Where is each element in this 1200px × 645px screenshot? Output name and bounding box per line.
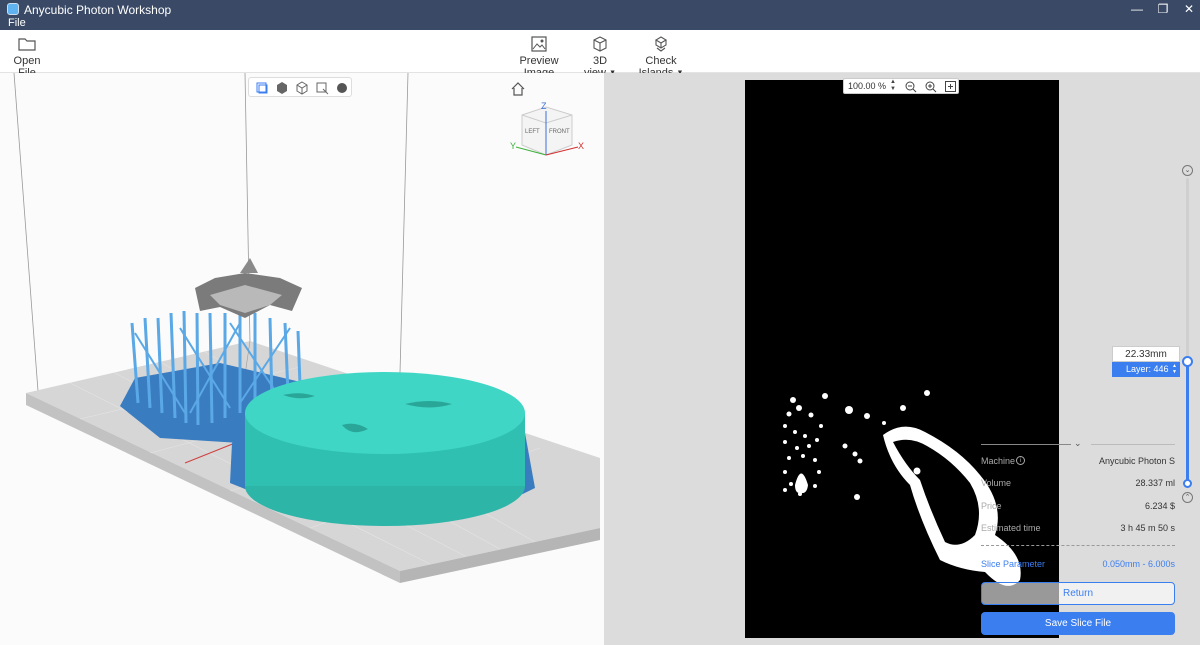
zoom-percent-input[interactable]: 100.00 % bbox=[848, 81, 886, 91]
menu-file[interactable]: File bbox=[8, 17, 26, 29]
app-logo-icon bbox=[7, 3, 19, 15]
layer-slider-handle[interactable] bbox=[1182, 356, 1193, 367]
volume-label: Volume bbox=[981, 478, 1012, 488]
slice-layer-drawing bbox=[783, 390, 1021, 586]
panel-divider bbox=[981, 444, 1071, 445]
machine-row: Machine i Anycubic Photon S bbox=[981, 456, 1175, 470]
machine-value: Anycubic Photon S bbox=[1098, 456, 1175, 466]
zoom-stepper-icon[interactable]: ▲ ▼ bbox=[890, 79, 896, 93]
layer-down-button[interactable]: ⌃ bbox=[1182, 492, 1193, 503]
layer-number-field[interactable]: Layer: 446 ▲ ▼ bbox=[1112, 362, 1180, 377]
perspective-view-icon[interactable] bbox=[255, 81, 269, 95]
volume-value: 28.337 ml bbox=[1135, 478, 1175, 488]
axis-y-label: Y bbox=[510, 141, 517, 151]
zoom-in-icon[interactable] bbox=[924, 80, 937, 93]
image-icon bbox=[531, 36, 547, 52]
save-slice-file-button[interactable]: Save Slice File bbox=[981, 612, 1175, 635]
home-icon[interactable] bbox=[510, 81, 526, 97]
layer-slider-bottom-handle[interactable] bbox=[1183, 479, 1192, 488]
layer-up-button[interactable]: ⌄ bbox=[1182, 165, 1193, 176]
3d-viewport[interactable]: Z Y X LEFT FRONT bbox=[0, 73, 604, 645]
panel-dashed-divider bbox=[981, 545, 1175, 546]
view-mode-toolbar bbox=[248, 77, 352, 97]
sphere-icon[interactable] bbox=[335, 81, 349, 95]
time-row: Estimated time 3 h 45 m 50 s bbox=[981, 523, 1175, 537]
islands-icon bbox=[654, 36, 668, 52]
slice-parameter-value: 0.050mm - 6.000s bbox=[1102, 559, 1175, 569]
cube-icon bbox=[593, 36, 607, 52]
info-icon[interactable]: i bbox=[1016, 456, 1025, 465]
title-bar: Anycubic Photon Workshop File — ❐ ✕ bbox=[0, 0, 1200, 30]
layer-slider-fill bbox=[1186, 362, 1189, 483]
cube-face-left: LEFT bbox=[525, 129, 540, 135]
select-box-icon[interactable] bbox=[315, 81, 329, 95]
price-row: Price 6.234 $ bbox=[981, 501, 1175, 515]
window-title: Anycubic Photon Workshop bbox=[24, 3, 172, 17]
layer-number-label: Layer: 446 bbox=[1126, 364, 1169, 374]
main-toolbar: Open File Preview Image 3D view ▼ Check … bbox=[0, 30, 1200, 79]
price-value: 6.234 $ bbox=[1144, 501, 1175, 511]
close-button[interactable]: ✕ bbox=[1179, 2, 1199, 16]
time-label: Estimated time bbox=[981, 523, 1041, 533]
restore-button[interactable]: ❐ bbox=[1153, 2, 1173, 16]
minimize-button[interactable]: — bbox=[1127, 2, 1147, 16]
layer-height-field[interactable]: 22.33mm bbox=[1112, 346, 1180, 362]
slice-image[interactable] bbox=[745, 80, 1059, 638]
slice-parameter-label[interactable]: Slice Parameter bbox=[981, 559, 1045, 569]
axis-z-label: Z bbox=[541, 101, 547, 111]
wireframe-cube-icon[interactable] bbox=[295, 81, 309, 95]
slice-parameter-row[interactable]: Slice Parameter 0.050mm - 6.000s bbox=[981, 559, 1175, 573]
time-value: 3 h 45 m 50 s bbox=[1120, 523, 1175, 533]
return-button[interactable]: Return bbox=[981, 582, 1175, 605]
panel-divider bbox=[1091, 444, 1175, 445]
price-label: Price bbox=[981, 501, 1002, 511]
axis-x-label: X bbox=[578, 141, 585, 151]
folder-icon bbox=[18, 38, 36, 51]
solid-cube-icon[interactable] bbox=[275, 81, 289, 95]
collapse-chevron-icon[interactable]: ⌄ bbox=[1074, 438, 1082, 449]
cube-face-front: FRONT bbox=[549, 129, 570, 135]
machine-label: Machine bbox=[981, 456, 1016, 466]
fit-screen-icon[interactable] bbox=[944, 80, 957, 93]
zoom-out-icon[interactable] bbox=[904, 80, 917, 93]
zoom-control: 100.00 % ▲ ▼ bbox=[843, 78, 959, 94]
view-cube[interactable]: Z Y X LEFT FRONT bbox=[510, 101, 590, 163]
layer-stepper-icon[interactable]: ▲ ▼ bbox=[1172, 363, 1177, 375]
volume-row: Volume 28.337 ml bbox=[981, 478, 1175, 492]
